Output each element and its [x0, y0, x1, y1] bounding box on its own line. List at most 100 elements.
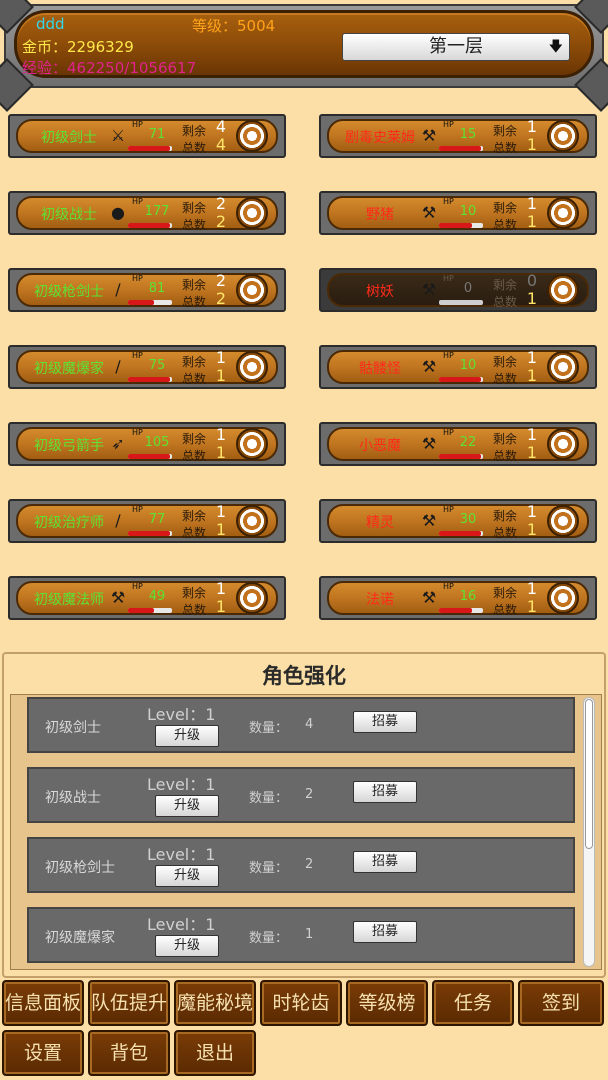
target-button[interactable]: [236, 582, 268, 614]
player-level: 等级：5004: [192, 17, 276, 35]
hp-bar: [128, 377, 172, 382]
info-panel-button[interactable]: 信息面板: [2, 980, 84, 1026]
target-button[interactable]: [547, 351, 579, 383]
recruit-button[interactable]: 招募: [353, 921, 417, 943]
hp-bar: [128, 146, 172, 151]
unit-hp-value: 30: [459, 512, 477, 527]
total-count: 4: [215, 135, 227, 154]
recruit-button[interactable]: 招募: [353, 851, 417, 873]
total-count: 2: [215, 212, 227, 231]
total-label: 总数: [182, 141, 207, 155]
target-button[interactable]: [236, 428, 268, 460]
unit-count: 2: [305, 787, 314, 802]
unit-name: 初级魔法师: [34, 592, 104, 608]
time-gear-button[interactable]: 时轮齿: [260, 980, 342, 1026]
backpack-button[interactable]: 背包: [88, 1030, 170, 1076]
total-label: 总数: [493, 449, 518, 463]
floor-dropdown[interactable]: 第一层 🡇: [342, 33, 570, 61]
hp-bar: [128, 454, 172, 459]
hp-bar: [128, 300, 172, 305]
upgrade-button[interactable]: 升级: [155, 725, 219, 747]
recruit-button[interactable]: 招募: [353, 711, 417, 733]
team-upgrade-button[interactable]: 队伍提升: [88, 980, 170, 1026]
total-label: 总数: [493, 295, 518, 309]
remaining-label: 剩余: [182, 432, 207, 446]
checkin-button[interactable]: 签到: [518, 980, 604, 1026]
remaining-label: 剩余: [493, 432, 518, 446]
remaining-count: 4: [215, 117, 227, 136]
arrow-down-icon: 🡇: [548, 39, 563, 55]
remaining-label: 剩余: [182, 201, 207, 215]
unit-name: 树妖: [366, 284, 394, 300]
target-button[interactable]: [236, 120, 268, 152]
settings-button[interactable]: 设置: [2, 1030, 84, 1076]
hp-bar-fill: [439, 531, 481, 536]
ranking-button[interactable]: 等级榜: [346, 980, 428, 1026]
axe-icon: ⚒: [421, 203, 437, 222]
ally-unit-card: 初级治疗师 ∕ HP 77 剩余 1 总数 1: [8, 499, 286, 543]
count-label: 数量：: [249, 931, 289, 946]
enemy-unit-card: 树妖 ⚒ HP 0 剩余 0 总数 1: [319, 268, 597, 312]
target-button[interactable]: [236, 505, 268, 537]
quest-button[interactable]: 任务: [432, 980, 514, 1026]
upgrade-unit-level: Level：1: [147, 705, 216, 724]
total-count: 1: [526, 366, 538, 385]
remaining-count: 1: [215, 579, 227, 598]
total-count: 1: [215, 443, 227, 462]
target-button[interactable]: [236, 274, 268, 306]
hp-bar-fill: [128, 608, 155, 613]
target-button[interactable]: [547, 428, 579, 460]
count-label: 数量：: [249, 791, 289, 806]
upgrade-button[interactable]: 升级: [155, 795, 219, 817]
upgrade-button[interactable]: 升级: [155, 865, 219, 887]
enemy-unit-card: 法诺 ⚒ HP 16 剩余 1 总数 1: [319, 576, 597, 620]
unit-name: 骷髅怪: [359, 361, 401, 377]
exit-button[interactable]: 退出: [174, 1030, 256, 1076]
recruit-button[interactable]: 招募: [353, 781, 417, 803]
target-button[interactable]: [236, 197, 268, 229]
upgrade-unit-level: Level：1: [147, 775, 216, 794]
target-button[interactable]: [547, 120, 579, 152]
hp-bar: [128, 608, 172, 613]
hp-bar-fill: [439, 223, 472, 228]
remaining-count: 1: [526, 502, 538, 521]
total-label: 总数: [182, 372, 207, 386]
target-button[interactable]: [547, 197, 579, 229]
target-button[interactable]: [547, 274, 579, 306]
hp-bar: [439, 608, 483, 613]
total-label: 总数: [182, 218, 207, 232]
remaining-count: 1: [526, 425, 538, 444]
remaining-label: 剩余: [182, 278, 207, 292]
unit-hp-value: 77: [148, 512, 166, 527]
upgrade-list-scrollbar[interactable]: [583, 697, 595, 967]
remaining-label: 剩余: [182, 586, 207, 600]
unit-hp-value: 81: [148, 281, 166, 296]
unit-hp-value: 75: [148, 358, 166, 373]
total-label: 总数: [493, 218, 518, 232]
unit-hp-value: 105: [144, 435, 170, 450]
ally-unit-card: 初级战士 ● HP 177 剩余 2 总数 2: [8, 191, 286, 235]
upgrade-row: 初级战士 Level：1 升级 数量： 2 招募: [27, 767, 575, 823]
remaining-count: 1: [215, 425, 227, 444]
magic-realm-button[interactable]: 魔能秘境: [174, 980, 256, 1026]
unit-hp-value: 177: [144, 204, 170, 219]
unit-name: 剧毒史莱姆: [345, 130, 415, 146]
gold-amount: 金币：2296329: [22, 38, 134, 56]
unit-hp-value: 0: [463, 281, 473, 296]
target-button[interactable]: [547, 505, 579, 537]
unit-hp-value: 15: [459, 127, 477, 142]
unit-name: 初级剑士: [41, 130, 97, 146]
scrollbar-thumb[interactable]: [585, 699, 593, 849]
top-status-bar: ddd 等级：5004 金币：2296329 经验：462250/1056617…: [0, 0, 608, 112]
upgrade-panel-title: 角色强化: [262, 664, 346, 688]
remaining-label: 剩余: [182, 509, 207, 523]
total-label: 总数: [493, 141, 518, 155]
upgrade-button[interactable]: 升级: [155, 935, 219, 957]
remaining-count: 2: [215, 194, 227, 213]
upgrade-list[interactable]: 初级剑士 Level：1 升级 数量： 4 招募 初级战士 Level：1 升级 数量： 2 招募 初级…: [10, 694, 602, 970]
target-button[interactable]: [547, 582, 579, 614]
enemy-unit-card: 骷髅怪 ⚒ HP 10 剩余 1 总数 1: [319, 345, 597, 389]
target-button[interactable]: [236, 351, 268, 383]
remaining-label: 剩余: [493, 355, 518, 369]
total-label: 总数: [493, 372, 518, 386]
